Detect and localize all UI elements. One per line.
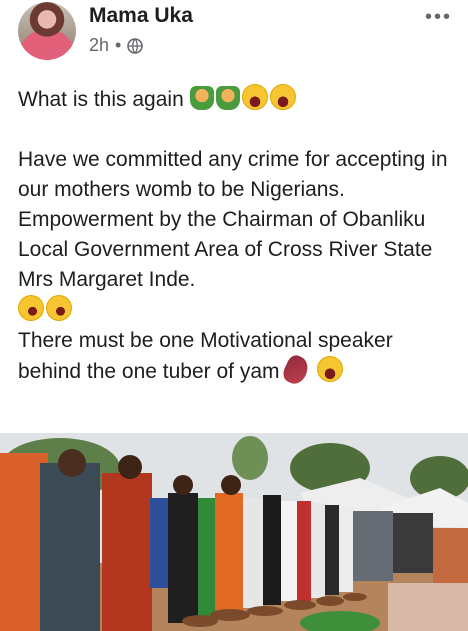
post-paragraph-3: Empowerment by the Chairman of Obanliku … (18, 208, 433, 291)
post-paragraph-4: There must be one Motivational speaker b… (18, 326, 458, 388)
more-options-button[interactable]: ••• (425, 6, 452, 29)
laughing-icon (317, 356, 344, 382)
avatar[interactable] (18, 2, 76, 60)
laughing-icon (241, 84, 268, 110)
post-meta: 2h • (89, 35, 144, 56)
photo-illustration (0, 433, 468, 631)
laughing-icon (269, 84, 296, 110)
post-time[interactable]: 2h (89, 35, 109, 56)
post-text: What is this again Have we committed any… (13, 84, 458, 388)
post-line-1-text: What is this again (18, 88, 184, 111)
post-line-1: What is this again (18, 84, 458, 115)
facepalm-icon (215, 86, 240, 110)
post-paragraph-2: Have we committed any crime for acceptin… (18, 148, 448, 201)
meta-separator: • (115, 35, 122, 55)
post-emoji-line (13, 290, 458, 326)
rofl-icon (41, 290, 77, 326)
rofl-icon (13, 290, 49, 326)
author-name[interactable]: Mama Uka (89, 4, 193, 28)
facepalm-icon (189, 86, 214, 110)
post-header: Mama Uka 2h • ••• (0, 0, 468, 70)
post-photo[interactable] (0, 433, 468, 631)
sweet-potato-icon (280, 352, 313, 388)
globe-icon[interactable] (127, 37, 144, 54)
